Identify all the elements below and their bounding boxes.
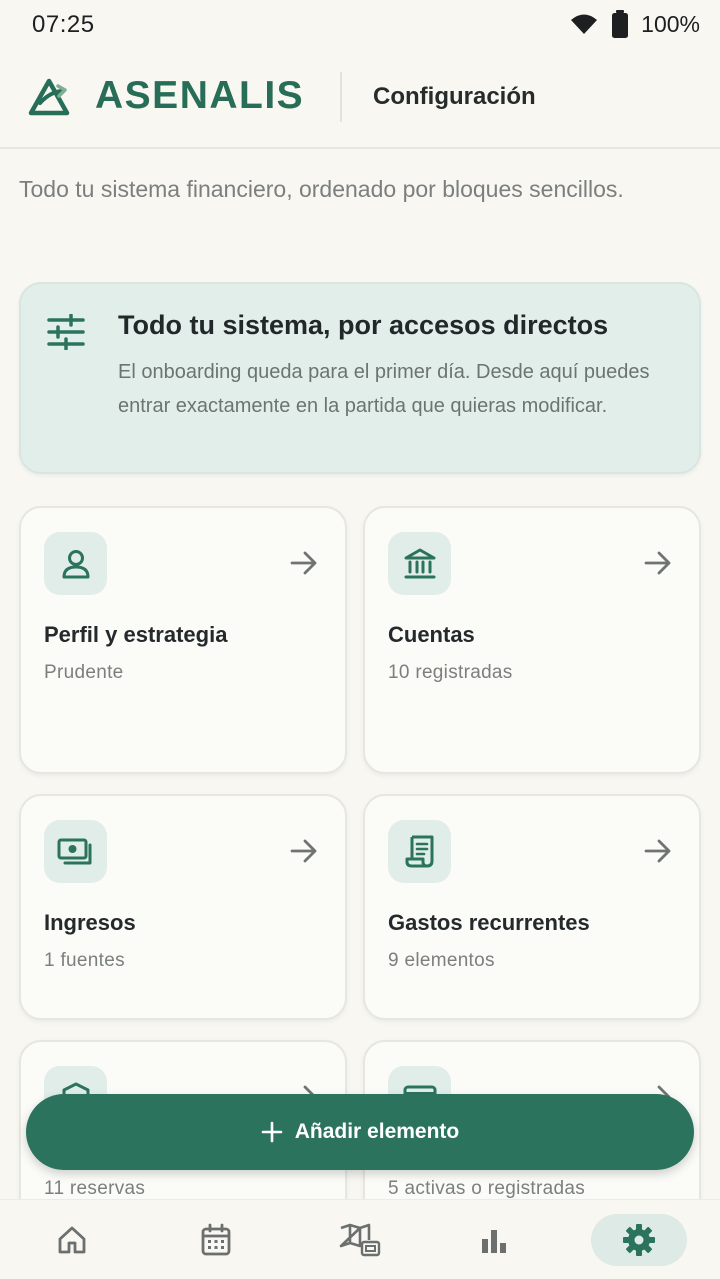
card-subtitle: 9 elementos <box>388 950 495 971</box>
card-income[interactable]: Ingresos 1 fuentes <box>19 794 347 1020</box>
card-title: Ingresos <box>44 910 136 935</box>
nav-home[interactable] <box>24 1214 120 1266</box>
brand-name: ASENALIS <box>95 74 305 117</box>
sliders-icon <box>47 314 85 350</box>
home-icon <box>58 1226 86 1254</box>
money-icon <box>57 838 91 864</box>
banner-title: Todo tu sistema, por accesos directos <box>118 310 609 340</box>
asenalis-logo-icon <box>28 78 70 116</box>
add-element-label: Añadir elemento <box>294 1120 460 1143</box>
page-title: Configuración <box>373 83 536 110</box>
card-subtitle: Prudente <box>44 662 124 683</box>
card-icon-box <box>388 820 451 883</box>
card-icon-box <box>44 532 107 595</box>
banner-description: El onboarding queda para el primer día. … <box>118 361 650 417</box>
arrow-right-icon <box>290 839 317 863</box>
app-header: ASENALIS Configuración <box>0 48 720 149</box>
battery-icon <box>612 10 629 38</box>
card-subtitle: 10 registradas <box>388 662 513 683</box>
settings-screen: 07:25 100% ASENALIS Configuración Todo t… <box>0 0 720 1279</box>
shortcuts-banner: Todo tu sistema, por accesos directos El… <box>19 282 701 474</box>
card-profile-strategy[interactable]: Perfil y estrategia Prudente <box>19 506 347 774</box>
status-time: 07:25 <box>32 11 95 38</box>
nav-map[interactable] <box>312 1214 408 1266</box>
person-icon <box>62 549 89 578</box>
card-subtitle: 11 reservas <box>44 1178 146 1199</box>
header-divider <box>340 72 342 122</box>
calendar-icon <box>201 1223 231 1256</box>
status-bar: 07:25 100% <box>0 0 720 48</box>
plus-icon <box>261 1121 283 1143</box>
nav-settings[interactable] <box>591 1214 687 1266</box>
nav-stats[interactable] <box>446 1214 542 1266</box>
card-accounts[interactable]: Cuentas 10 registradas <box>363 506 701 774</box>
nav-calendar[interactable] <box>168 1214 264 1266</box>
wifi-icon <box>571 14 598 34</box>
arrow-right-icon <box>644 551 671 575</box>
bank-icon <box>404 548 435 578</box>
battery-percent: 100% <box>641 10 700 37</box>
card-recurring-expenses[interactable]: Gastos recurrentes 9 elementos <box>363 794 701 1020</box>
bar-chart-icon <box>482 1230 506 1253</box>
card-subtitle: 1 fuentes <box>44 950 125 971</box>
card-title: Gastos recurrentes <box>388 910 590 935</box>
card-icon-box <box>44 820 107 883</box>
receipt-icon <box>405 835 433 867</box>
arrow-right-icon <box>644 839 671 863</box>
arrow-right-icon <box>290 551 317 575</box>
card-title: Perfil y estrategia <box>44 622 228 647</box>
add-element-button[interactable]: Añadir elemento <box>26 1094 694 1170</box>
bottom-navigation <box>0 1199 720 1279</box>
card-title: Cuentas <box>388 622 475 647</box>
status-indicators: 100% <box>569 9 700 39</box>
page-subtitle: Todo tu sistema financiero, ordenado por… <box>19 176 624 202</box>
card-icon-box <box>388 532 451 595</box>
gear-icon <box>623 1224 655 1256</box>
card-subtitle: 5 activas o registradas <box>388 1178 585 1199</box>
map-icon <box>339 1223 381 1257</box>
